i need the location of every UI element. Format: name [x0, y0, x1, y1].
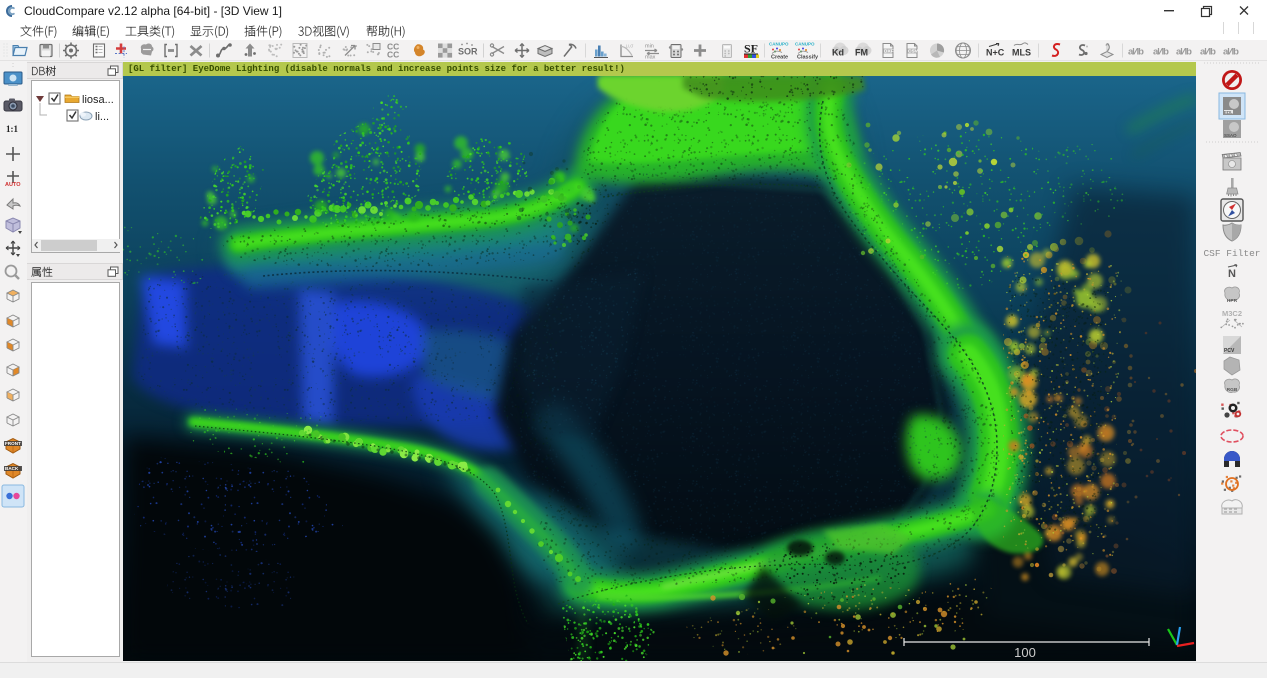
svg-text:SOR: SOR — [458, 47, 478, 57]
svg-text:CSV: CSV — [908, 49, 919, 55]
svg-text:N+C: N+C — [986, 48, 1005, 58]
svg-text:liosa...: liosa... — [82, 94, 114, 106]
svg-text:Create: Create — [771, 55, 788, 61]
svg-text:1:1: 1:1 — [6, 124, 18, 134]
svg-text:EDL: EDL — [1224, 110, 1233, 115]
svg-text:AUTO: AUTO — [5, 182, 21, 188]
svg-text:FRONT: FRONT — [5, 441, 21, 446]
svg-text:CANUPO: CANUPO — [795, 42, 815, 47]
svg-text:SSAO: SSAO — [1224, 133, 1237, 138]
svg-text:100: 100 — [1014, 645, 1036, 660]
svg-text:CANUPO: CANUPO — [769, 42, 789, 47]
svg-text:aИb: aИb — [1223, 47, 1239, 58]
svg-text:aИb: aИb — [1200, 47, 1216, 58]
svg-text:min: min — [645, 44, 654, 50]
svg-text:DXF: DXF — [884, 49, 894, 55]
svg-text:Classify: Classify — [797, 55, 819, 61]
svg-text:aИb: aИb — [1153, 47, 1169, 58]
svg-text:CC: CC — [387, 50, 399, 60]
svg-text:μ,σ: μ,σ — [626, 44, 634, 50]
svg-text:PCV: PCV — [1224, 348, 1235, 354]
svg-text:li...: li... — [95, 111, 109, 123]
svg-text:M3C2: M3C2 — [1222, 309, 1242, 318]
svg-text:FM: FM — [855, 48, 868, 58]
svg-text:MLS: MLS — [1012, 48, 1031, 58]
svg-text:HPR: HPR — [1227, 298, 1238, 304]
svg-text:RGB: RGB — [1227, 387, 1238, 393]
svg-text:N: N — [1228, 268, 1236, 280]
svg-text:SF: SF — [744, 42, 758, 56]
svg-text:BACK: BACK — [5, 466, 19, 471]
svg-text:aИb: aИb — [1128, 47, 1144, 58]
svg-text:max: max — [645, 55, 656, 61]
svg-text:Kd: Kd — [832, 48, 844, 58]
svg-text:CSF Filter: CSF Filter — [1203, 248, 1260, 259]
svg-text:aИb: aИb — [1176, 47, 1192, 58]
